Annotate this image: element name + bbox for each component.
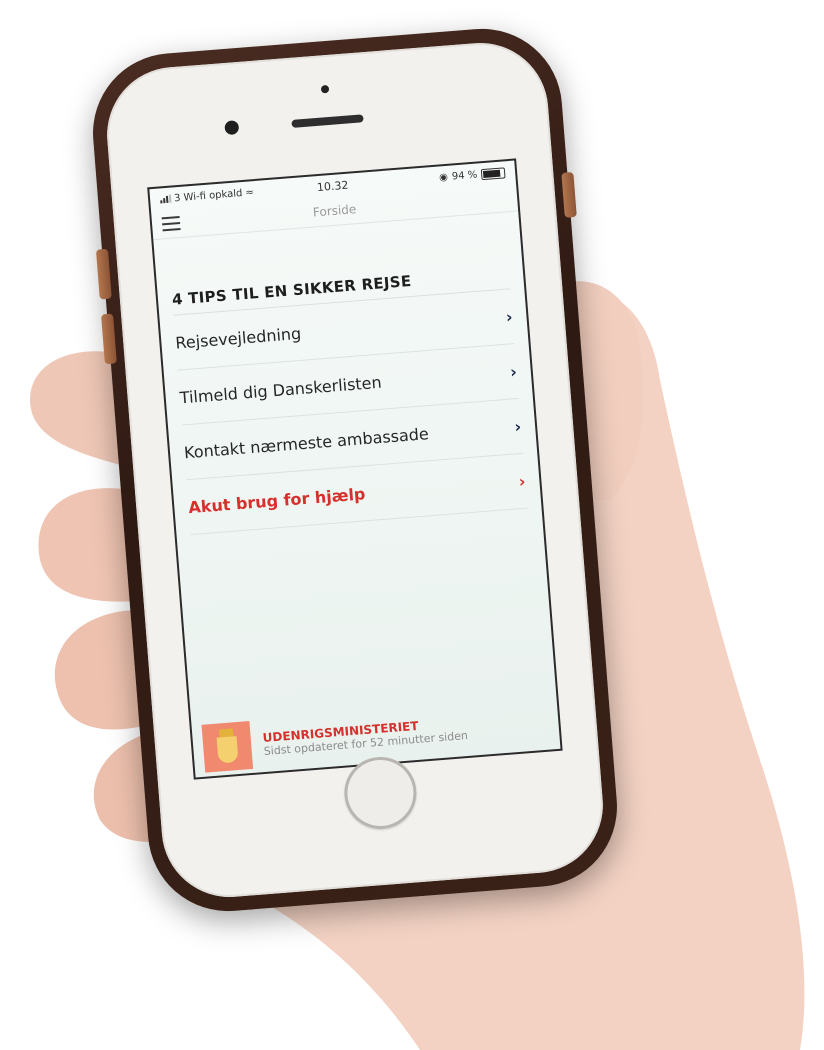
main-content: 4 TIPS TIL EN SIKKER REJSE Rejsevejledni… — [153, 211, 541, 536]
status-right: ◉ 94 % — [438, 166, 506, 183]
menu-item-label: Tilmeld dig Danskerlisten — [179, 372, 383, 407]
photo-scene: 3 Wi-fi opkald ≈ 10.32 ◉ 94 % Forside 4 … — [0, 0, 824, 1050]
phone-body: 3 Wi-fi opkald ≈ 10.32 ◉ 94 % Forside 4 … — [102, 37, 608, 903]
chevron-right-icon: › — [518, 471, 527, 491]
chevron-right-icon: › — [505, 306, 514, 327]
app-screen: 3 Wi-fi opkald ≈ 10.32 ◉ 94 % Forside 4 … — [147, 158, 563, 780]
menu-item-label: Rejsevejledning — [174, 323, 302, 353]
proximity-sensor — [320, 84, 330, 94]
coat-of-arms-icon — [216, 736, 239, 764]
battery-fill — [482, 169, 501, 178]
front-camera — [224, 120, 240, 136]
chevron-right-icon: › — [513, 416, 522, 436]
hamburger-icon[interactable] — [161, 215, 181, 232]
phone: 3 Wi-fi opkald ≈ 10.32 ◉ 94 % Forside 4 … — [86, 22, 624, 918]
signal-icon — [160, 194, 172, 204]
status-time: 10.32 — [316, 178, 349, 194]
chevron-right-icon: › — [509, 361, 518, 381]
menu-item-label: Akut brug for hjælp — [187, 483, 366, 517]
page-title: Forside — [312, 202, 357, 220]
wifi-icon: ≈ — [244, 186, 255, 199]
footer-text: UDENRIGSMINISTERIET Sidst opdateret for … — [262, 715, 468, 757]
alarm-icon: ◉ — [438, 171, 449, 183]
carrier-label: 3 Wi-fi opkald — [173, 187, 243, 204]
ministry-logo — [201, 721, 254, 773]
menu-item-label: Kontakt nærmeste ambassade — [183, 423, 430, 462]
battery-icon — [480, 166, 506, 180]
battery-percent: 94 % — [451, 169, 478, 182]
earpiece-speaker — [291, 114, 364, 128]
status-left: 3 Wi-fi opkald ≈ — [160, 187, 254, 205]
